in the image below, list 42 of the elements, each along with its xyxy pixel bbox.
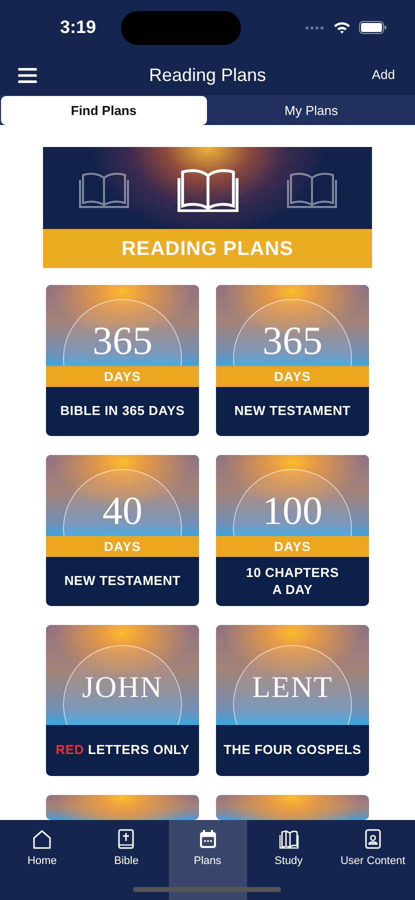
book-icon <box>78 170 128 208</box>
battery-icon <box>359 21 387 34</box>
home-icon <box>31 828 54 850</box>
plan-card[interactable]: 40 DAYS NEW TESTAMENT <box>46 455 199 606</box>
menu-icon[interactable] <box>18 68 37 82</box>
plan-title: RED LETTERS ONLY <box>56 742 190 759</box>
plan-title: NEW TESTAMENT <box>234 403 351 420</box>
plan-card[interactable]: JOHN RED LETTERS ONLY <box>46 625 199 776</box>
tab-bar-item[interactable]: User Content <box>330 820 415 900</box>
tab-bar-item[interactable]: Home <box>0 820 84 900</box>
tab-bar-item[interactable]: Plans <box>168 820 246 900</box>
open-book-icon <box>278 828 300 850</box>
plan-number: 365 <box>262 318 322 363</box>
tab[interactable]: Find Plans <box>1 96 206 125</box>
days-label: DAYS <box>216 536 369 557</box>
plan-card[interactable]: 365 DAYS BIBLE IN 365 DAYS <box>46 285 199 436</box>
book-icon <box>176 166 238 212</box>
tab-bar-item[interactable]: Study <box>246 820 331 900</box>
plan-number: 365 <box>92 318 152 363</box>
status-time: 3:19 <box>60 16 96 39</box>
days-label: DAYS <box>46 536 199 557</box>
plan-number: LENT <box>252 671 333 704</box>
days-label: DAYS <box>216 366 369 387</box>
plan-number: 40 <box>102 488 142 533</box>
page-title: Reading Plans <box>148 64 266 84</box>
book-icon <box>286 170 336 208</box>
plan-title: BIBLE IN 365 DAYS <box>60 403 185 420</box>
plan-number: 100 <box>262 488 322 533</box>
plan-title: NEW TESTAMENT <box>64 573 181 590</box>
banner-title: READING PLANS <box>121 236 294 262</box>
plan-card[interactable]: LENT THE FOUR GOSPELS <box>216 625 369 776</box>
tab[interactable]: My Plans <box>208 96 414 125</box>
plan-card[interactable]: 365 DAYS NEW TESTAMENT <box>216 285 369 436</box>
add-button[interactable]: Add <box>372 65 395 85</box>
plan-title: 10 CHAPTERS A DAY <box>246 565 339 598</box>
tab-bar-item[interactable]: Bible <box>84 820 168 900</box>
plan-number: JOHN <box>82 671 163 704</box>
wifi-icon <box>333 21 351 34</box>
plan-card[interactable]: 100 DAYS 10 CHAPTERS A DAY <box>216 455 369 606</box>
plan-title: THE FOUR GOSPELS <box>224 742 362 759</box>
days-label: DAYS <box>46 366 199 387</box>
signal-icon <box>305 26 325 30</box>
